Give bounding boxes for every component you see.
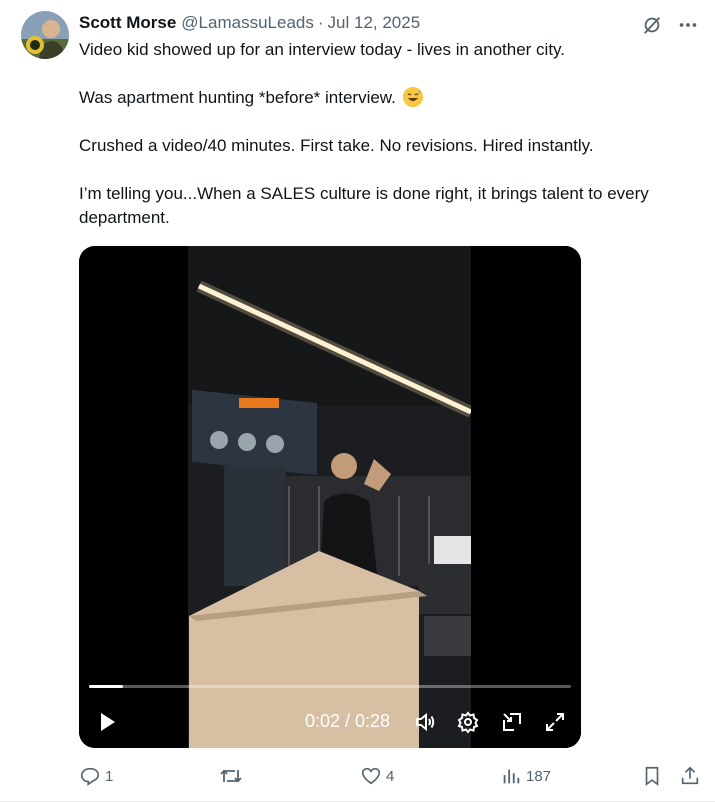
grok-icon[interactable] <box>639 12 665 38</box>
reply-icon <box>80 767 100 786</box>
like-count: 4 <box>386 767 395 785</box>
reply-count: 1 <box>105 767 114 785</box>
tweet-paragraph: Video kid showed up for an interview tod… <box>79 40 566 59</box>
play-icon[interactable] <box>95 710 119 734</box>
tweet-actions: 1 4 187 <box>79 763 703 789</box>
tweet-paragraph: I’m telling you...When a SALES culture i… <box>79 184 649 227</box>
author-handle[interactable]: @LamassuLeads <box>181 13 314 33</box>
share-icon <box>681 766 699 785</box>
video-time: 0:02 / 0:28 <box>305 711 391 731</box>
tweet-header: Scott Morse @LamassuLeads · Jul 12, 2025 <box>79 12 420 34</box>
more-options-icon[interactable] <box>675 12 701 38</box>
author-name[interactable]: Scott Morse <box>79 13 176 33</box>
tweet-paragraph-text: Was apartment hunting *before* interview… <box>79 88 396 107</box>
views-chart-icon <box>503 769 520 784</box>
avatar[interactable] <box>21 11 69 59</box>
tweet-card: Scott Morse @LamassuLeads · Jul 12, 2025… <box>0 0 715 802</box>
share-button[interactable] <box>679 763 701 789</box>
settings-icon[interactable] <box>456 710 480 734</box>
like-button[interactable]: 4 <box>360 763 394 789</box>
heart-icon <box>361 767 381 785</box>
post-date[interactable]: Jul 12, 2025 <box>328 13 421 33</box>
repost-button[interactable] <box>219 763 247 789</box>
video-progress-bar[interactable] <box>89 685 571 688</box>
views-count: 187 <box>526 767 552 785</box>
grinning-sweat-emoji-icon <box>402 87 423 107</box>
reply-button[interactable]: 1 <box>79 763 113 789</box>
tweet-text: Video kid showed up for an interview tod… <box>79 38 699 254</box>
views-button[interactable]: 187 <box>500 763 551 789</box>
video-progress-fill <box>89 685 124 688</box>
video-player[interactable]: 0:02 / 0:28 <box>79 246 581 748</box>
tweet-top-actions <box>639 12 701 38</box>
video-controls: 0:02 / 0:28 <box>79 702 581 742</box>
fullscreen-icon[interactable] <box>543 710 567 734</box>
video-frame <box>79 246 581 748</box>
bookmark-icon <box>645 766 659 786</box>
header-separator: · <box>317 13 324 32</box>
picture-in-picture-icon[interactable] <box>500 710 524 734</box>
bookmark-button[interactable] <box>641 763 663 789</box>
repost-icon <box>220 769 242 783</box>
tweet-paragraph: Was apartment hunting *before* interview… <box>79 86 699 110</box>
volume-icon[interactable] <box>413 710 437 734</box>
tweet-paragraph: Crushed a video/40 minutes. First take. … <box>79 136 594 155</box>
